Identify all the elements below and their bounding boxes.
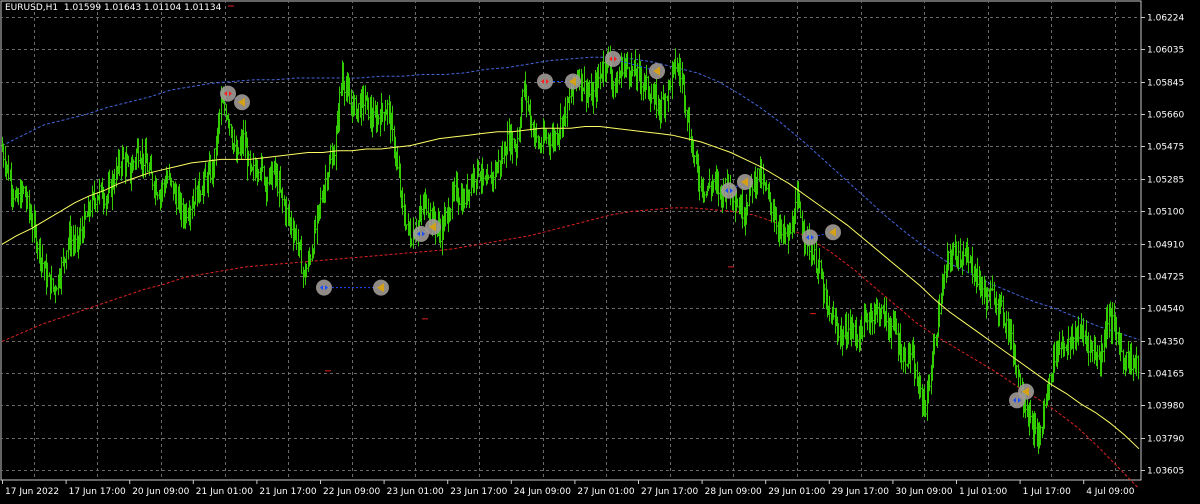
- trade-entry-marker: [721, 182, 737, 199]
- y-tick-label: 1.04165: [1147, 370, 1184, 380]
- y-tick-label: 1.03790: [1147, 435, 1184, 445]
- y-tick-label: 1.04540: [1147, 305, 1184, 315]
- trade-entry-marker: [220, 85, 236, 102]
- x-tick-label: 27 Jun 17:00: [641, 487, 698, 497]
- ohlc-label: 1.01599 1.01643 1.01104 1.01134: [63, 3, 222, 13]
- chart-svg[interactable]: 1.06224 1.06035 1.05845 1.05660 1.05475 1.052…: [0, 0, 1200, 500]
- y-tick-label: 1.03980: [1147, 402, 1184, 412]
- x-tick-label: 4 Jul 09:00: [1086, 487, 1135, 497]
- y-tick-label: 1.05285: [1147, 176, 1184, 186]
- y-tick-label: 1.03605: [1147, 467, 1184, 477]
- y-tick-label: 1.05475: [1147, 143, 1184, 153]
- y-tick-label: 1.05100: [1147, 208, 1184, 218]
- y-tick-label: 1.04910: [1147, 241, 1184, 251]
- symbol-label: EURUSD,H1: [5, 3, 59, 13]
- y-tick-label: 1.05845: [1147, 79, 1184, 89]
- trade-entry-marker: [537, 73, 553, 90]
- moving-average-line: [1, 126, 1140, 450]
- x-tick-label: 17 Jun 2022: [5, 487, 59, 497]
- x-tick-label: 28 Jun 09:00: [705, 487, 762, 497]
- price-chart[interactable]: 1.06224 1.06035 1.05845 1.05660 1.05475 1.052…: [0, 0, 1200, 500]
- upper-band-line: [1, 56, 1140, 341]
- plot-border: [0, 0, 1142, 481]
- y-tick-label: 1.04350: [1147, 338, 1184, 348]
- x-tick-label: 29 Jun 01:00: [768, 487, 825, 497]
- x-tick-label: 22 Jun 09:00: [323, 487, 380, 497]
- x-tick-label: 21 Jun 17:00: [259, 487, 316, 497]
- x-tick-label: 30 Jun 09:00: [895, 487, 952, 497]
- x-tick-label: 24 Jun 09:00: [514, 487, 571, 497]
- x-tick-label: 1 Jul 01:00: [959, 487, 1008, 497]
- x-tick-label: 17 Jun 17:00: [69, 487, 126, 497]
- x-tick-label: 21 Jun 01:00: [196, 487, 253, 497]
- x-tick-label: 29 Jun 17:00: [832, 487, 889, 497]
- y-tick-label: 1.06035: [1147, 46, 1184, 56]
- x-tick-label: 23 Jun 01:00: [387, 487, 444, 497]
- x-tick-label: 23 Jun 17:00: [450, 487, 507, 497]
- y-tick-label: 1.06224: [1147, 14, 1184, 24]
- trade-entry-marker: [605, 50, 621, 67]
- x-tick-label: 1 Jul 17:00: [1023, 487, 1072, 497]
- y-tick-label: 1.05660: [1147, 111, 1184, 121]
- x-tick-label: 20 Jun 09:00: [132, 487, 189, 497]
- chart-header: EURUSD,H1 1.01599 1.01643 1.01104 1.0113…: [5, 3, 221, 13]
- y-tick-label: 1.04725: [1147, 273, 1184, 283]
- trade-entry-marker: [802, 229, 818, 246]
- trade-entry-marker: [316, 279, 332, 296]
- x-tick-label: 27 Jun 01:00: [577, 487, 634, 497]
